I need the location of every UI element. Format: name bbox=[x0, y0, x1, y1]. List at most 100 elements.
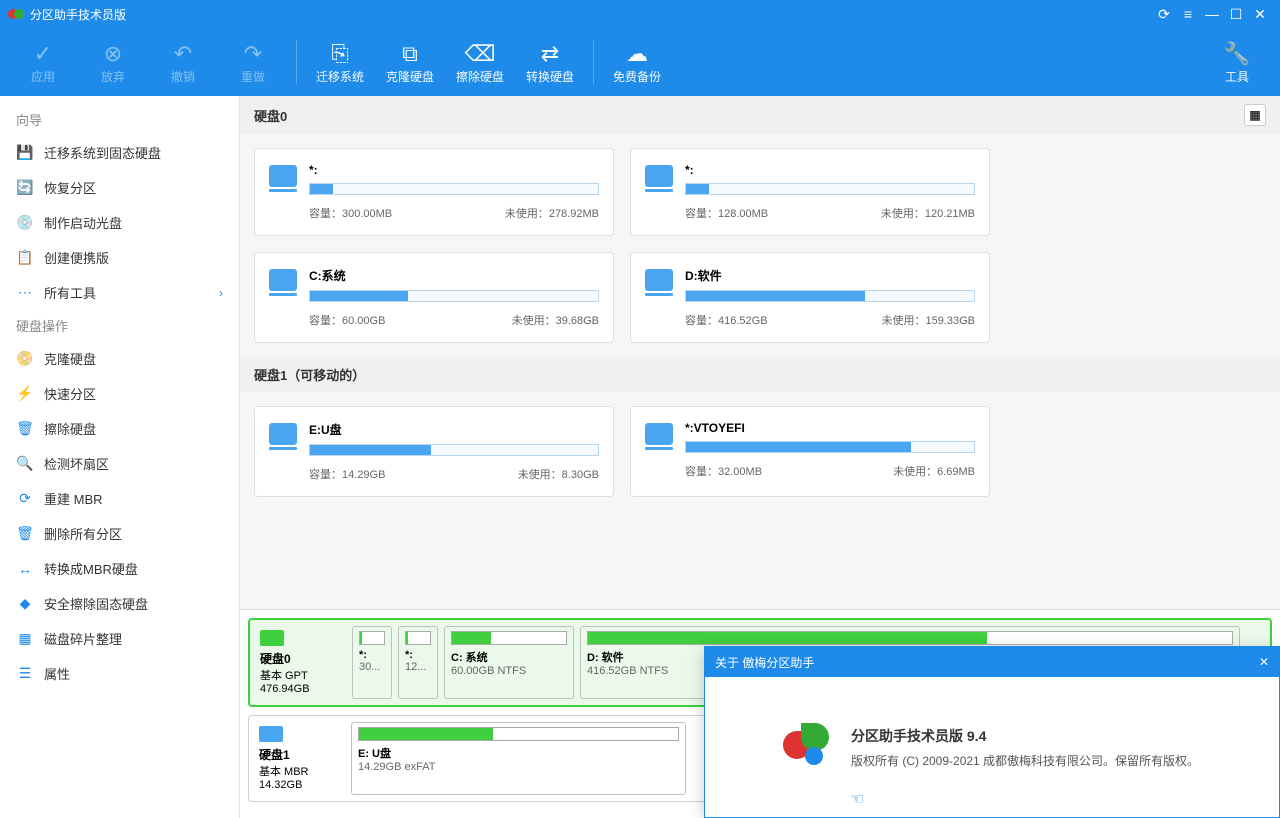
maximize-icon[interactable]: ☐ bbox=[1224, 2, 1248, 26]
sidebar-item-label: 创建便携版 bbox=[44, 248, 109, 267]
about-titlebar: 关于 傲梅分区助手 ✕ bbox=[705, 647, 1279, 677]
titlebar: 分区助手技术员版 ⟳ ≡ — ☐ ✕ bbox=[0, 0, 1280, 28]
sidebar-item-label: 磁盘碎片整理 bbox=[44, 629, 122, 648]
sidebar-item-icon: 📋 bbox=[16, 249, 34, 267]
chevron-right-icon: › bbox=[219, 286, 223, 300]
usage-bar bbox=[685, 183, 975, 195]
partition-name: D:软件 bbox=[685, 267, 975, 284]
disk-icon bbox=[259, 726, 283, 742]
disk-header-label: 硬盘0 bbox=[254, 106, 287, 125]
partition-card[interactable]: *:VTOYEFI 容量：32.00MB未使用：6.69MB bbox=[630, 406, 990, 497]
undo-icon: ↶ bbox=[174, 40, 192, 68]
partition-block-size: 30... bbox=[359, 661, 385, 673]
sidebar-item-wizard[interactable]: ⋯ 所有工具 › bbox=[0, 275, 239, 310]
partition-name: C:系统 bbox=[309, 267, 599, 284]
sidebar-item-wizard[interactable]: 🔄 恢复分区 bbox=[0, 170, 239, 205]
drive-icon bbox=[269, 423, 297, 445]
partition-name: *:VTOYEFI bbox=[685, 421, 975, 435]
sidebar-item-diskop[interactable]: ▦ 磁盘碎片整理 bbox=[0, 621, 239, 656]
sidebar-item-icon: 🗑 bbox=[16, 525, 34, 543]
disk-header: 硬盘0 ▦ bbox=[240, 96, 1280, 134]
capacity-label: 容量：60.00GB bbox=[309, 312, 385, 328]
sidebar-item-diskop[interactable]: 📀 克隆硬盘 bbox=[0, 341, 239, 376]
menu-icon[interactable]: ≡ bbox=[1176, 2, 1200, 26]
wipe-button[interactable]: ⌫擦除硬盘 bbox=[445, 32, 515, 92]
sidebar-item-wizard[interactable]: 💿 制作启动光盘 bbox=[0, 205, 239, 240]
discard-icon: ⊗ bbox=[104, 40, 122, 68]
sidebar-item-icon: ↔ bbox=[16, 560, 34, 578]
about-close-icon[interactable]: ✕ bbox=[1259, 655, 1269, 669]
sidebar-item-icon: ⟳ bbox=[16, 490, 34, 508]
sidebar-item-icon: 💾 bbox=[16, 144, 34, 162]
sidebar-item-diskop[interactable]: 🗑 删除所有分区 bbox=[0, 516, 239, 551]
sidebar-item-label: 转换成MBR硬盘 bbox=[44, 559, 138, 578]
close-icon[interactable]: ✕ bbox=[1248, 2, 1272, 26]
disk-label: 硬盘0 bbox=[260, 650, 291, 667]
drive-icon bbox=[269, 165, 297, 187]
clone-icon: ⧉ bbox=[402, 40, 418, 68]
usage-bar bbox=[309, 444, 599, 456]
partition-card[interactable]: *: 容量：128.00MB未使用：120.21MB bbox=[630, 148, 990, 236]
partition-block[interactable]: *: 30... bbox=[352, 626, 392, 699]
view-toggle-button[interactable]: ▦ bbox=[1244, 104, 1266, 126]
partition-block-name: *: bbox=[359, 649, 385, 661]
free-label: 未使用：120.21MB bbox=[881, 205, 975, 221]
convert-button[interactable]: ⇄转换硬盘 bbox=[515, 32, 585, 92]
backup-button[interactable]: ☁免费备份 bbox=[602, 32, 672, 92]
capacity-label: 容量：416.52GB bbox=[685, 312, 768, 328]
partition-block[interactable]: C: 系统 60.00GB NTFS bbox=[444, 626, 574, 699]
partition-block-size: 14.29GB exFAT bbox=[358, 761, 679, 773]
sidebar-item-label: 安全擦除固态硬盘 bbox=[44, 594, 148, 613]
disk-label: 硬盘1 bbox=[259, 746, 290, 763]
partition-block[interactable]: E: U盘 14.29GB exFAT bbox=[351, 722, 686, 795]
partition-block-name: *: bbox=[405, 649, 431, 661]
tools-button[interactable]: 🔧工具 bbox=[1202, 32, 1272, 92]
disk-size: 476.94GB bbox=[260, 683, 310, 695]
sidebar-item-icon: 🔍 bbox=[16, 455, 34, 473]
refresh-icon[interactable]: ⟳ bbox=[1152, 2, 1176, 26]
sidebar-item-label: 擦除硬盘 bbox=[44, 419, 96, 438]
partition-block-name: C: 系统 bbox=[451, 649, 567, 665]
sidebar-item-diskop[interactable]: 🔍 检测坏扇区 bbox=[0, 446, 239, 481]
sidebar-item-wizard[interactable]: 📋 创建便携版 bbox=[0, 240, 239, 275]
sidebar-item-label: 重建 MBR bbox=[44, 489, 103, 508]
usage-bar bbox=[685, 441, 975, 453]
sidebar-item-diskop[interactable]: ⟳ 重建 MBR bbox=[0, 481, 239, 516]
sidebar-item-label: 检测坏扇区 bbox=[44, 454, 109, 473]
sidebar-item-icon: ☰ bbox=[16, 665, 34, 683]
capacity-label: 容量：300.00MB bbox=[309, 205, 392, 221]
sidebar-item-diskop[interactable]: ↔ 转换成MBR硬盘 bbox=[0, 551, 239, 586]
undo-button: ↶撤销 bbox=[148, 32, 218, 92]
wrench-icon: 🔧 bbox=[1223, 40, 1250, 68]
partition-card[interactable]: D:软件 容量：416.52GB未使用：159.33GB bbox=[630, 252, 990, 343]
minimize-icon[interactable]: — bbox=[1200, 2, 1224, 26]
sidebar-item-diskop[interactable]: 🗑 擦除硬盘 bbox=[0, 411, 239, 446]
partition-block-size: 60.00GB NTFS bbox=[451, 665, 567, 677]
sidebar-item-diskop[interactable]: ⚡ 快速分区 bbox=[0, 376, 239, 411]
sidebar-item-label: 属性 bbox=[44, 664, 70, 683]
sidebar-item-wizard[interactable]: 💾 迁移系统到固态硬盘 bbox=[0, 135, 239, 170]
sidebar-item-label: 快速分区 bbox=[44, 384, 96, 403]
sidebar-item-icon: ⚡ bbox=[16, 385, 34, 403]
sidebar-item-diskop[interactable]: ☰ 属性 bbox=[0, 656, 239, 691]
sidebar-item-icon: ▦ bbox=[16, 630, 34, 648]
backup-icon: ☁ bbox=[626, 40, 648, 68]
clone-button[interactable]: ⧉克隆硬盘 bbox=[375, 32, 445, 92]
partition-block[interactable]: *: 12... bbox=[398, 626, 438, 699]
sidebar-item-icon: 🔄 bbox=[16, 179, 34, 197]
about-title-text: 关于 傲梅分区助手 bbox=[715, 654, 814, 671]
wizard-heading: 向导 bbox=[0, 104, 239, 135]
partition-card[interactable]: E:U盘 容量：14.29GB未使用：8.30GB bbox=[254, 406, 614, 497]
partition-card[interactable]: *: 容量：300.00MB未使用：278.92MB bbox=[254, 148, 614, 236]
toolbar: ✓应用 ⊗放弃 ↶撤销 ↷重做 ⎘迁移系统 ⧉克隆硬盘 ⌫擦除硬盘 ⇄转换硬盘 … bbox=[0, 28, 1280, 96]
disk-size: 14.32GB bbox=[259, 779, 302, 791]
sidebar-item-diskop[interactable]: ◆ 安全擦除固态硬盘 bbox=[0, 586, 239, 621]
sidebar-item-label: 删除所有分区 bbox=[44, 524, 122, 543]
main-panel: 硬盘0 ▦ *: 容量：300.00MB未使用：278.92MB *: 容量：12… bbox=[240, 96, 1280, 818]
drive-icon bbox=[645, 165, 673, 187]
partition-card[interactable]: C:系统 容量：60.00GB未使用：39.68GB bbox=[254, 252, 614, 343]
migrate-button[interactable]: ⎘迁移系统 bbox=[305, 32, 375, 92]
partition-name: E:U盘 bbox=[309, 421, 599, 438]
partition-name: *: bbox=[309, 163, 599, 177]
disk-type: 基本 GPT bbox=[260, 667, 308, 683]
